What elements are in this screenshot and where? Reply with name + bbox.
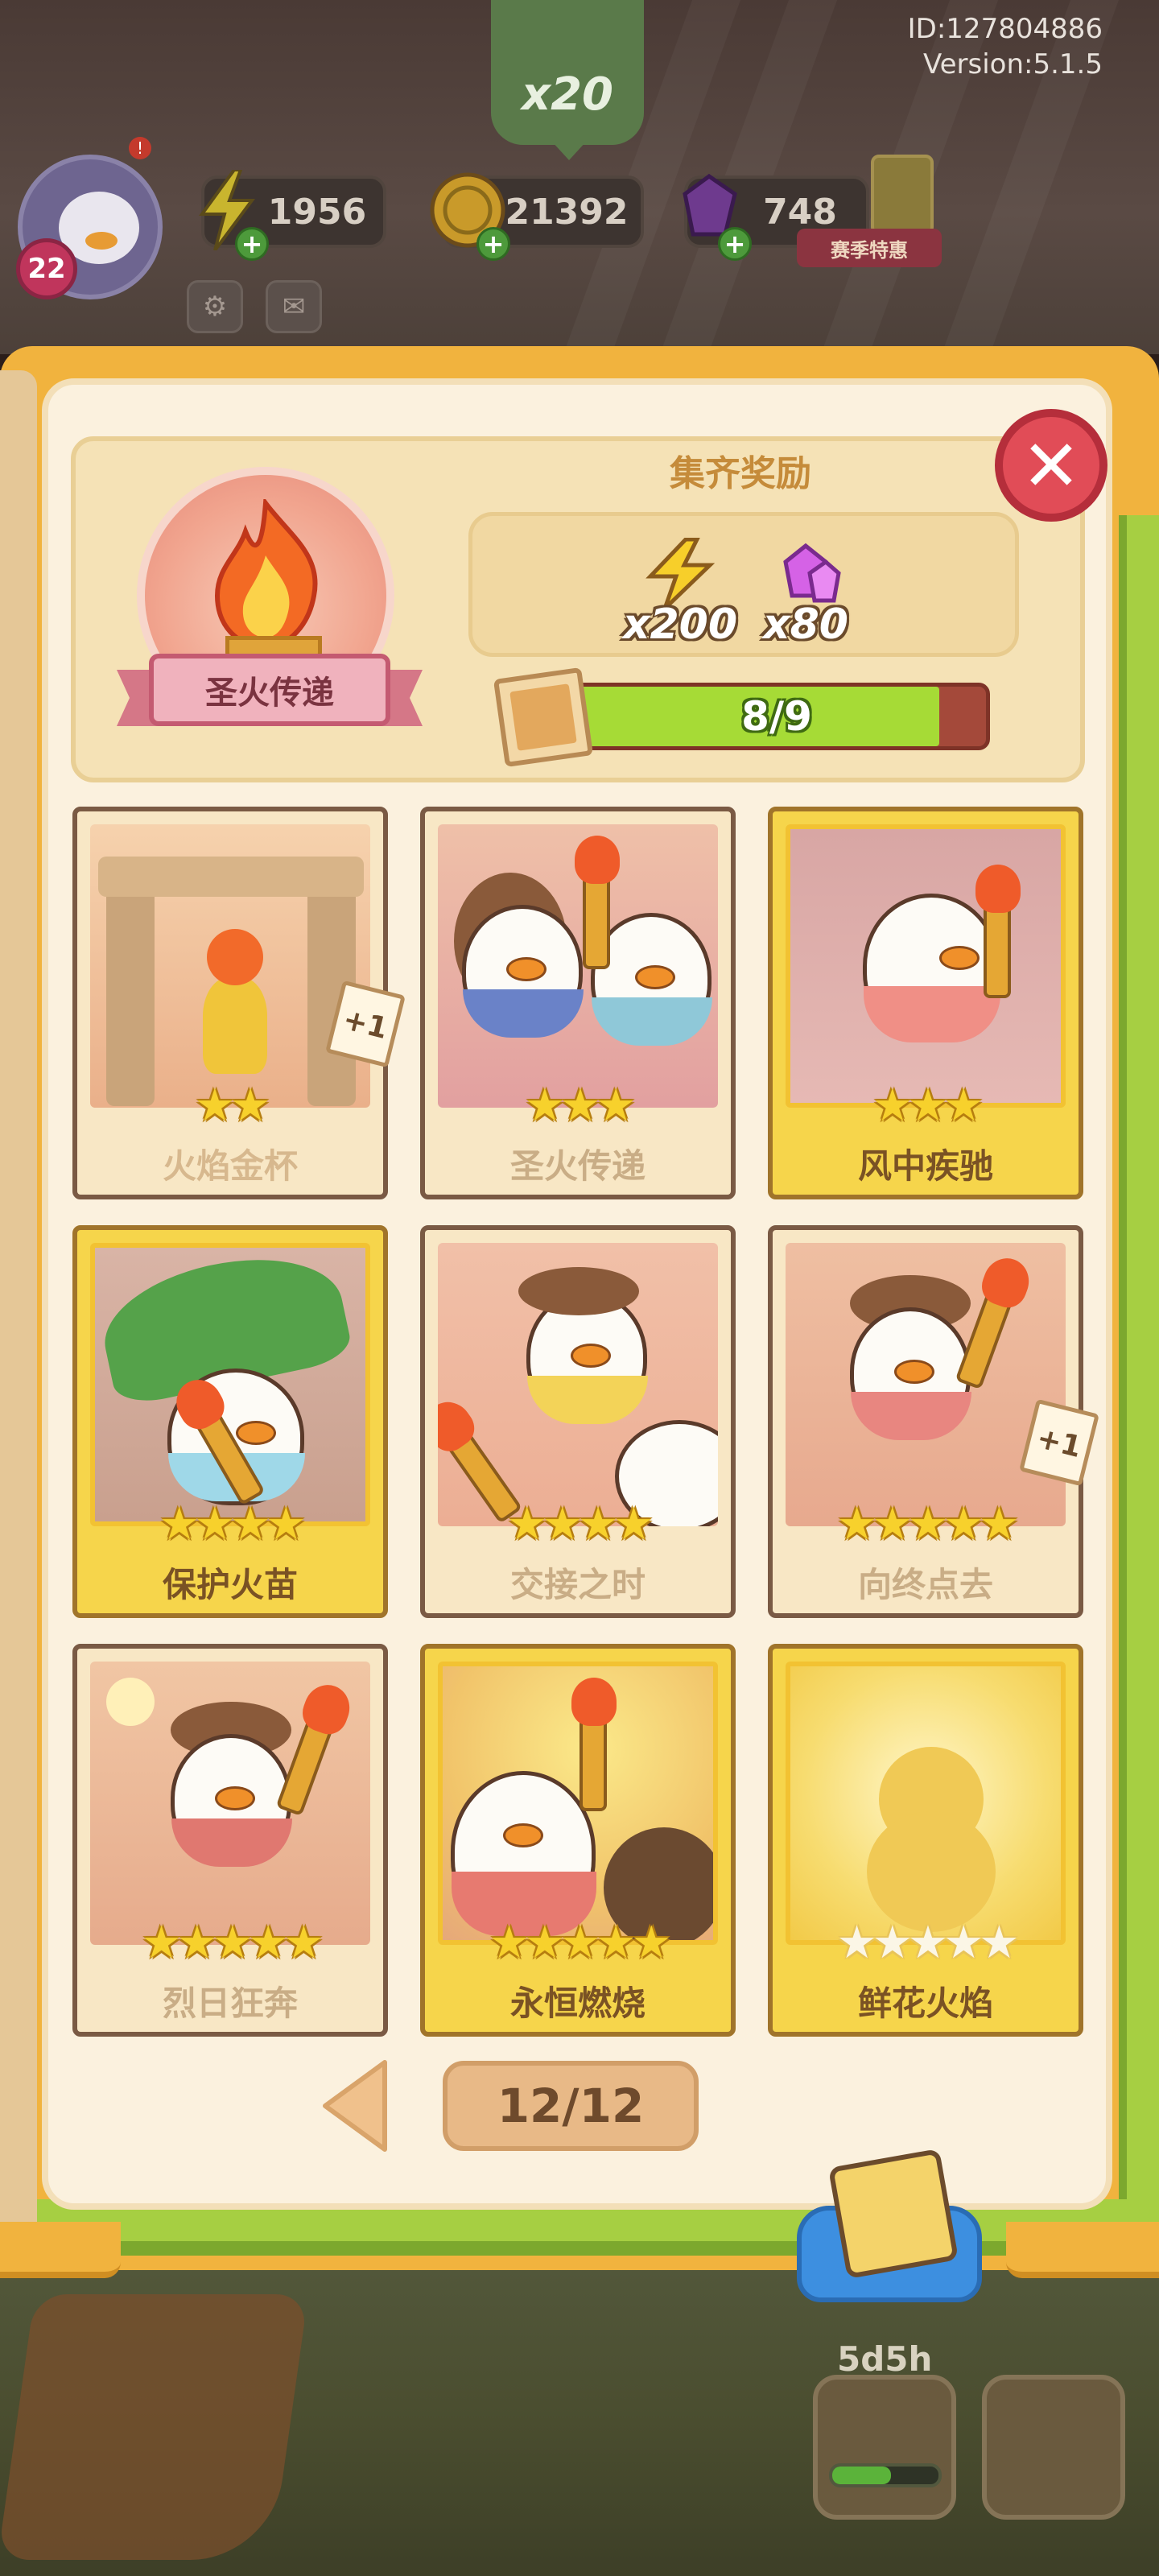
card-name: 交接之时 xyxy=(509,1565,645,1604)
reward-gems: x80 xyxy=(737,538,874,650)
card-art xyxy=(438,1243,718,1526)
coin-counter[interactable]: + 21392 xyxy=(430,172,644,261)
energy-counter[interactable]: + 1956 xyxy=(199,170,386,261)
card-stars: ★★★★★ xyxy=(489,1917,671,1969)
settings-button[interactable]: ⚙ xyxy=(187,280,243,333)
player-id: ID:127804886 xyxy=(907,13,1103,45)
card-1[interactable]: ★★ 火焰金杯 +1 xyxy=(72,807,406,1199)
mail-button[interactable]: ✉ xyxy=(266,280,322,333)
card-stars: ★★ xyxy=(194,1080,270,1132)
card-name: 火焰金杯 xyxy=(162,1146,298,1186)
envelope-icon xyxy=(827,2148,959,2280)
bolt-pad-icon xyxy=(0,2294,309,2560)
set-name-ribbon: 圣火传递 xyxy=(117,654,423,742)
card-3[interactable]: ★★★ 风中疾驰 xyxy=(768,807,1083,1199)
album-progress-bar xyxy=(829,2463,942,2487)
close-icon: ✕ xyxy=(1021,423,1081,507)
card-name: 烈日狂奔 xyxy=(162,1984,298,2023)
version-text: Version:5.1.5 xyxy=(923,48,1103,80)
card-art xyxy=(438,824,718,1108)
album-shortcut-button[interactable] xyxy=(813,2375,956,2520)
card-art-locked xyxy=(786,1662,1066,1945)
set-name: 圣火传递 xyxy=(149,654,390,726)
season-offer-button[interactable]: 赛季特惠 xyxy=(797,155,942,275)
mail-icon: ✉ xyxy=(282,291,306,323)
level-badge: 22 xyxy=(16,238,77,299)
gift-box-icon xyxy=(871,155,934,235)
card-art xyxy=(90,1662,370,1945)
card-6[interactable]: ★★★★★ 向终点去 +1 xyxy=(768,1225,1099,1618)
close-button[interactable]: ✕ xyxy=(995,409,1107,522)
collection-progress-bar: 8/9 xyxy=(563,683,990,750)
card-art xyxy=(90,824,370,1108)
friends-button[interactable] xyxy=(982,2375,1125,2520)
card-9-locked[interactable]: ★★★★★ 鲜花火焰 xyxy=(768,1644,1083,2037)
card-name: 圣火传递 xyxy=(509,1146,645,1186)
reward-title: 集齐奖励 xyxy=(670,453,811,494)
card-art xyxy=(90,1243,370,1526)
card-5[interactable]: ★★★★ 交接之时 xyxy=(420,1225,736,1618)
card-4[interactable]: ★★★★ 保护火苗 xyxy=(72,1225,388,1618)
page-indicator: 12/12 xyxy=(443,2061,699,2151)
card-stars: ★★★★ xyxy=(506,1498,654,1550)
card-8[interactable]: ★★★★★ 永恒燃烧 xyxy=(420,1644,736,2037)
card-stars: ★★★★★ xyxy=(141,1917,324,1969)
card-art xyxy=(786,824,1066,1108)
gear-icon: ⚙ xyxy=(202,291,228,323)
card-7[interactable]: ★★★★★ 烈日狂奔 xyxy=(72,1644,388,2037)
reward-energy: x200 xyxy=(612,538,749,650)
flame-icon xyxy=(214,499,318,651)
card-stars: ★★★★★ xyxy=(836,1498,1019,1550)
progress-label: 8/9 xyxy=(741,693,812,740)
sprout-bubble[interactable]: x20 xyxy=(491,0,644,145)
previous-page-button[interactable] xyxy=(319,2058,391,2154)
card-2[interactable]: ★★★ 圣火传递 xyxy=(420,807,736,1199)
chevron-left-icon xyxy=(323,2060,387,2152)
card-name: 鲜花火焰 xyxy=(857,1984,993,2023)
card-pack-button[interactable] xyxy=(797,2148,982,2302)
card-art xyxy=(438,1662,718,1945)
card-name: 向终点去 xyxy=(857,1565,993,1604)
sprout-count: x20 xyxy=(521,68,614,121)
gem-icon xyxy=(783,543,841,603)
card-stars: ★★★★ xyxy=(159,1498,307,1550)
card-stars: ★★★★★ xyxy=(836,1917,1019,1969)
card-name: 保护火苗 xyxy=(162,1565,298,1604)
card-name: 永恒燃烧 xyxy=(509,1984,645,2023)
card-stack-icon xyxy=(493,667,594,768)
lightning-icon xyxy=(645,538,716,610)
id-version-block: ID:127804886 Version:5.1.5 xyxy=(908,11,1103,82)
card-stars: ★★★ xyxy=(524,1080,637,1132)
card-name: 风中疾驰 xyxy=(857,1146,993,1186)
event-timer: 5d5h xyxy=(837,2339,933,2379)
card-art xyxy=(786,1243,1066,1526)
card-stars: ★★★ xyxy=(872,1080,984,1132)
alert-icon: ! xyxy=(129,137,151,159)
